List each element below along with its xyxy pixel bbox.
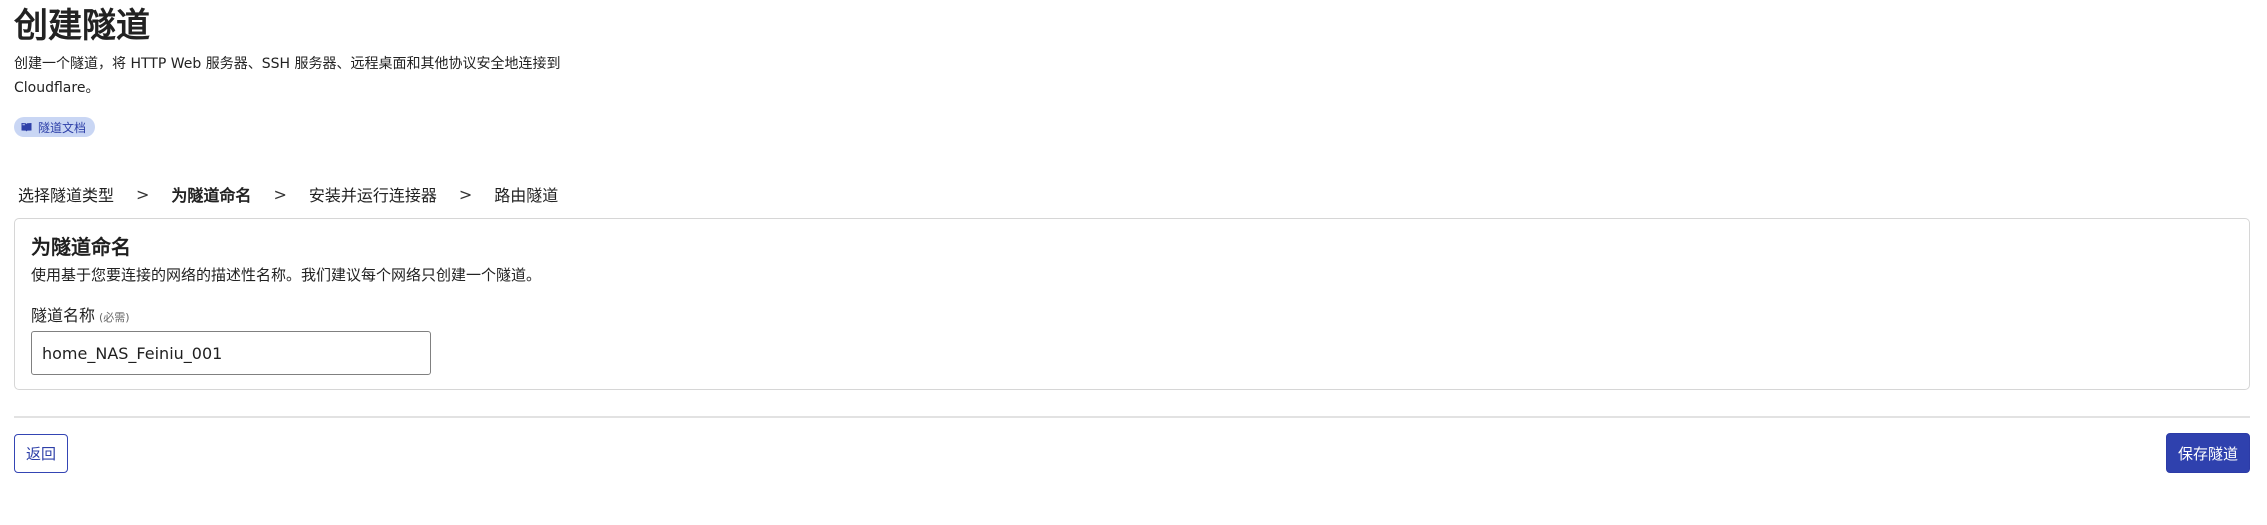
page-title: 创建隧道 xyxy=(14,6,150,46)
required-indicator: (必需) xyxy=(99,311,130,324)
card-title: 为隧道命名 xyxy=(31,235,131,259)
back-button[interactable]: 返回 xyxy=(14,434,69,473)
tunnel-name-input[interactable] xyxy=(31,331,431,375)
tunnel-docs-label: 隧道文档 xyxy=(38,120,87,135)
step-separator: > xyxy=(273,184,287,204)
step-separator: > xyxy=(136,184,150,204)
step-separator: > xyxy=(458,184,473,204)
step-breadcrumb: 选择隧道类型 > 为隧道命名 > 安装并运行连接器 > 路由隧道 xyxy=(18,182,558,206)
step-name-tunnel: 为隧道命名 xyxy=(171,186,252,205)
tunnel-docs-link[interactable]: 隧道文档 xyxy=(14,117,96,137)
name-tunnel-card: 为隧道命名 使用基于您要连接的网络的描述性名称。我们建议每个网络只创建一个隧道。… xyxy=(14,218,2250,390)
card-subtitle: 使用基于您要连接的网络的描述性名称。我们建议每个网络只创建一个隧道。 xyxy=(31,266,542,284)
page-description: 创建一个隧道，将 HTTP Web 服务器、SSH 服务器、远程桌面和其他协议安… xyxy=(14,56,561,96)
save-tunnel-button[interactable]: 保存隧道 xyxy=(2165,433,2250,473)
tunnel-name-label-text: 隧道名称 xyxy=(31,306,96,325)
step-install-connector: 安装并运行连接器 xyxy=(308,186,437,205)
footer-divider xyxy=(14,416,2250,418)
create-tunnel-page: 创建隧道 创建一个隧道，将 HTTP Web 服务器、SSH 服务器、远程桌面和… xyxy=(0,0,2267,525)
tunnel-name-label: 隧道名称 (必需) xyxy=(31,305,130,329)
step-route-tunnel: 路由隧道 xyxy=(494,186,559,205)
book-icon xyxy=(21,122,32,132)
step-select-tunnel-type: 选择隧道类型 xyxy=(18,186,115,205)
